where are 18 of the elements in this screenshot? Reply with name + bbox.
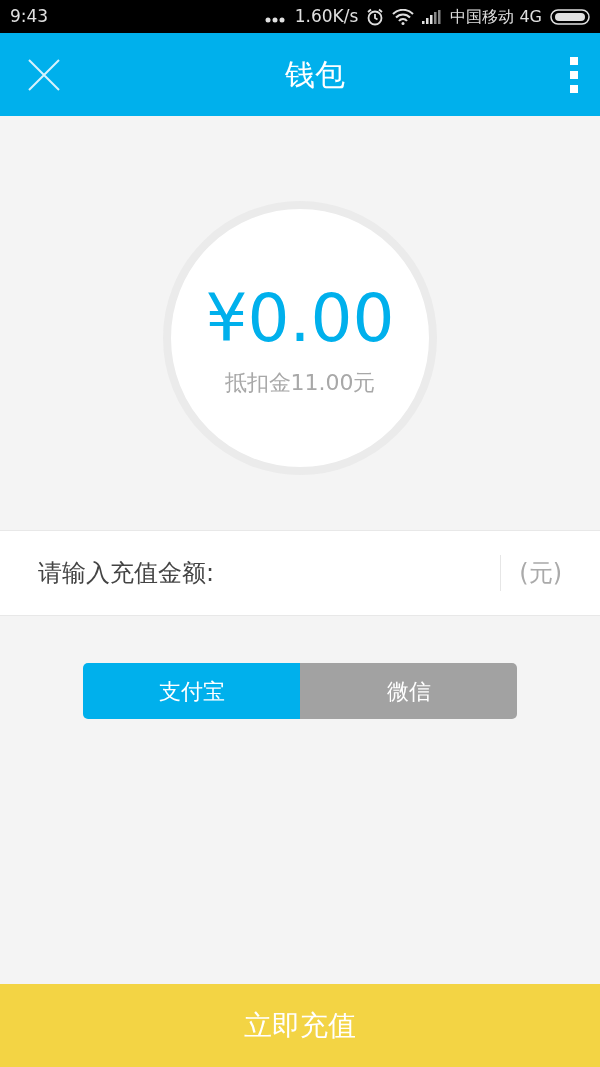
amount-label: 请输入充值金额: bbox=[38, 558, 215, 589]
more-menu-icon[interactable] bbox=[569, 55, 579, 94]
battery-icon bbox=[550, 8, 590, 25]
more-dots-icon bbox=[264, 16, 285, 23]
payment-tab[interactable]: 支付宝 bbox=[83, 663, 300, 719]
close-icon[interactable] bbox=[27, 57, 61, 92]
unit-label: (元) bbox=[519, 558, 562, 589]
wifi-icon bbox=[392, 8, 415, 25]
network-speed: 1.60K/s bbox=[294, 4, 359, 28]
deduction-text: 抵扣金11.00元 bbox=[224, 368, 376, 397]
balance-amount: ¥0.00 bbox=[205, 285, 395, 352]
carrier-label: 中国移动 4G bbox=[450, 5, 542, 28]
status-time: 9:43 bbox=[10, 4, 49, 28]
recharge-button[interactable]: 立即充值 bbox=[0, 984, 600, 1067]
page-title: 钱包 bbox=[285, 56, 345, 94]
signal-icon bbox=[422, 9, 443, 24]
payment-tab[interactable]: 微信 bbox=[300, 663, 517, 719]
alarm-icon bbox=[366, 7, 385, 26]
